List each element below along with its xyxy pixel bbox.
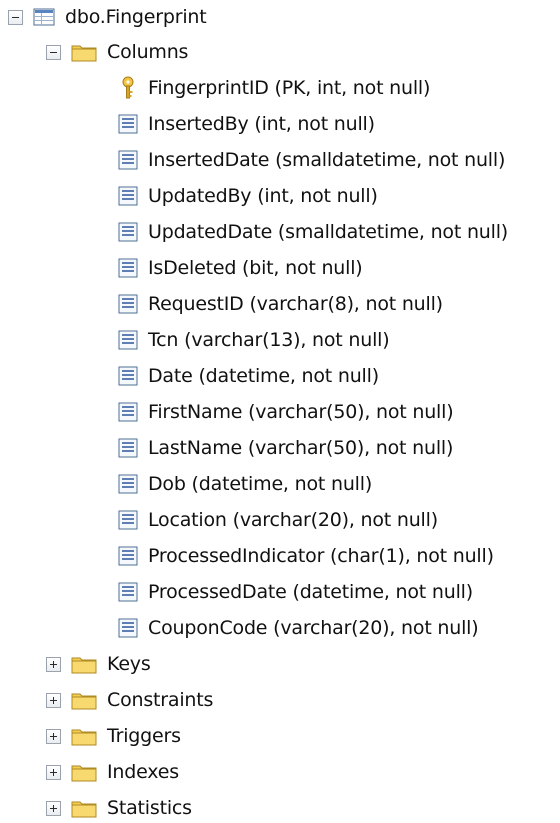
column-icon (118, 114, 138, 134)
expand-icon[interactable] (46, 656, 61, 672)
column-icon (118, 546, 138, 566)
column-node[interactable]: LastName (varchar(50), not null) (118, 433, 453, 463)
folder-label-triggers: Triggers (107, 724, 181, 747)
column-label: ProcessedIndicator (char(1), not null) (148, 544, 494, 567)
column-node[interactable]: IsDeleted (bit, not null) (118, 253, 363, 283)
column-icon (118, 294, 138, 314)
column-icon (118, 150, 138, 170)
folder-node-keys[interactable]: Keys (46, 649, 151, 679)
column-label: RequestID (varchar(8), not null) (148, 292, 443, 315)
column-label: ProcessedDate (datetime, not null) (148, 580, 473, 603)
expand-icon[interactable] (46, 728, 61, 744)
column-node[interactable]: UpdatedDate (smalldatetime, not null) (118, 217, 508, 247)
column-node[interactable]: CouponCode (varchar(20), not null) (118, 613, 479, 643)
folder-node-triggers[interactable]: Triggers (46, 721, 181, 751)
column-label: UpdatedBy (int, not null) (148, 184, 378, 207)
column-icon (118, 366, 138, 386)
folder-icon (71, 798, 97, 818)
expand-icon[interactable] (46, 692, 61, 708)
folder-icon (71, 42, 97, 62)
column-node[interactable]: UpdatedBy (int, not null) (118, 181, 378, 211)
column-icon (118, 474, 138, 494)
column-node[interactable]: InsertedBy (int, not null) (118, 109, 375, 139)
folder-node-indexes[interactable]: Indexes (46, 757, 179, 787)
column-icon (118, 582, 138, 602)
column-node[interactable]: InsertedDate (smalldatetime, not null) (118, 145, 505, 175)
collapse-icon[interactable] (8, 9, 23, 25)
folder-node-statistics[interactable]: Statistics (46, 793, 192, 823)
column-label: Date (datetime, not null) (148, 364, 379, 387)
folder-icon (71, 726, 97, 746)
column-node[interactable]: FirstName (varchar(50), not null) (118, 397, 454, 427)
column-icon (118, 330, 138, 350)
column-label: FirstName (varchar(50), not null) (148, 400, 454, 423)
table-label: dbo.Fingerprint (65, 5, 207, 28)
folder-icon (71, 762, 97, 782)
column-node[interactable]: Location (varchar(20), not null) (118, 505, 438, 535)
column-label: LastName (varchar(50), not null) (148, 436, 454, 459)
column-label: IsDeleted (bit, not null) (148, 256, 363, 279)
column-node[interactable]: RequestID (varchar(8), not null) (118, 289, 443, 319)
folder-label-keys: Keys (107, 652, 151, 675)
column-node[interactable]: Tcn (varchar(13), not null) (118, 325, 390, 355)
column-node[interactable]: ProcessedDate (datetime, not null) (118, 577, 473, 607)
column-label: InsertedDate (smalldatetime, not null) (148, 148, 506, 171)
column-label: CouponCode (varchar(20), not null) (148, 616, 479, 639)
column-label: UpdatedDate (smalldatetime, not null) (148, 220, 509, 243)
column-label: Dob (datetime, not null) (148, 472, 373, 495)
folder-node-constraints[interactable]: Constraints (46, 685, 213, 715)
column-node[interactable]: Dob (datetime, not null) (118, 469, 372, 499)
folder-label-statistics: Statistics (107, 796, 192, 819)
folder-label-columns: Columns (107, 40, 189, 63)
folder-label-indexes: Indexes (107, 760, 179, 783)
folder-icon (71, 654, 97, 674)
column-node[interactable]: ProcessedIndicator (char(1), not null) (118, 541, 494, 571)
object-explorer-tree: dbo.Fingerprint Columns FingerprintID (P… (0, 0, 560, 822)
collapse-icon[interactable] (46, 44, 61, 60)
column-icon (118, 438, 138, 458)
column-node[interactable]: FingerprintID (PK, int, not null) (118, 73, 430, 103)
column-label: Tcn (varchar(13), not null) (148, 328, 390, 351)
key-icon (118, 76, 138, 100)
folder-label-constraints: Constraints (107, 688, 214, 711)
column-icon (118, 402, 138, 422)
expand-icon[interactable] (46, 800, 61, 816)
column-icon (118, 618, 138, 638)
folder-icon (71, 690, 97, 710)
column-node[interactable]: Date (datetime, not null) (118, 361, 379, 391)
column-icon (118, 258, 138, 278)
column-label: Location (varchar(20), not null) (148, 508, 438, 531)
column-icon (118, 222, 138, 242)
table-icon (33, 8, 55, 26)
column-icon (118, 510, 138, 530)
folder-node-columns[interactable]: Columns (46, 37, 188, 67)
column-label: FingerprintID (PK, int, not null) (148, 76, 431, 99)
expand-icon[interactable] (46, 764, 61, 780)
column-icon (118, 186, 138, 206)
table-node-fingerprint[interactable]: dbo.Fingerprint (8, 2, 207, 32)
column-label: InsertedBy (int, not null) (148, 112, 375, 135)
